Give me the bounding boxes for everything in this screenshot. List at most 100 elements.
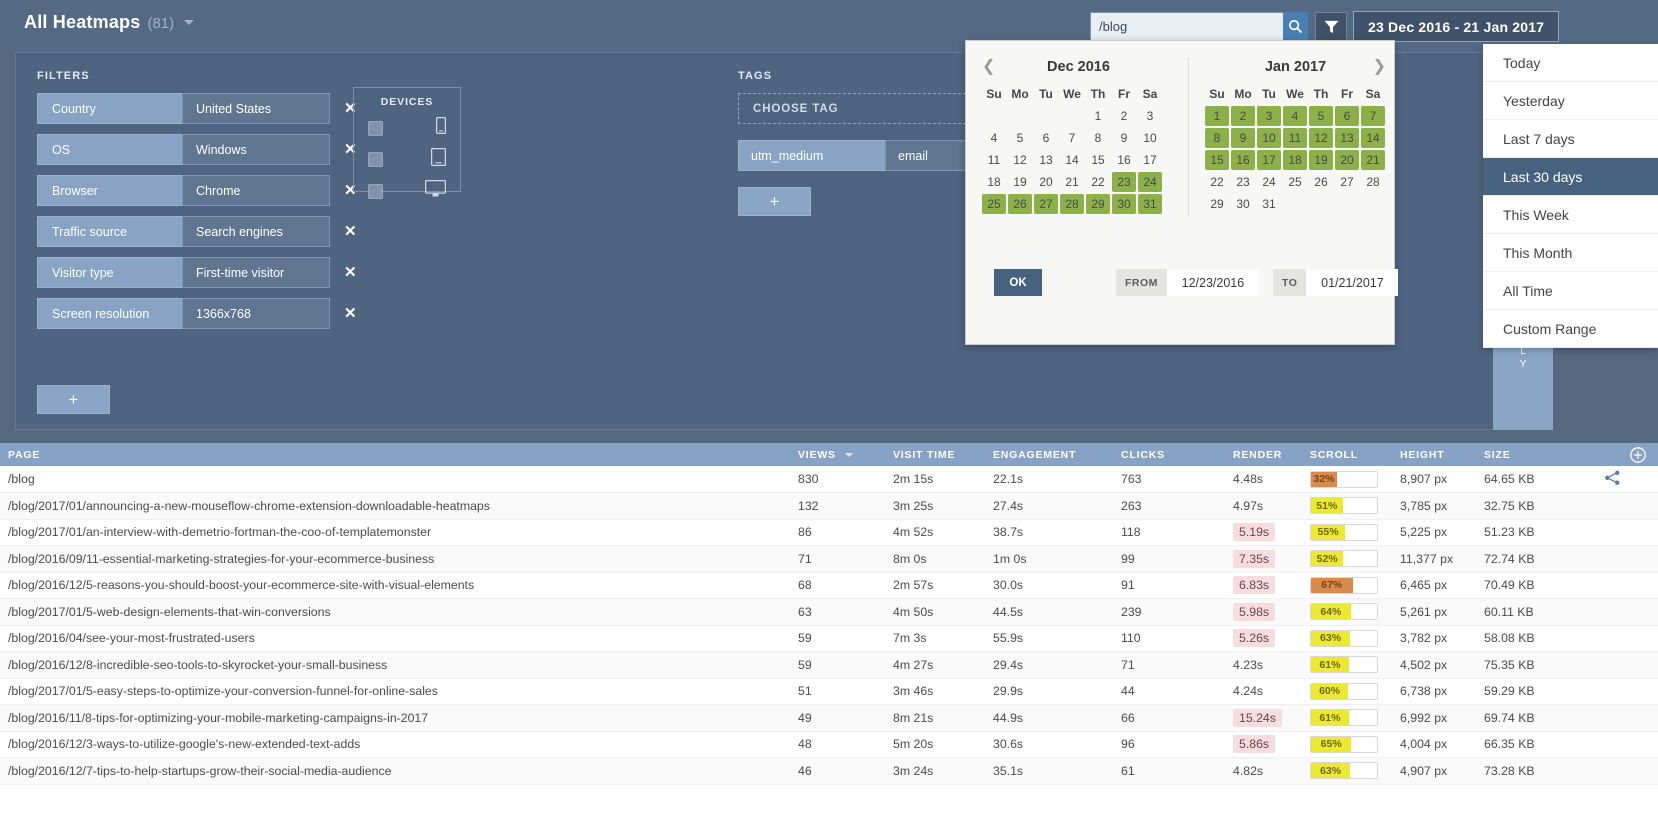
chevron-down-icon[interactable] <box>184 20 195 25</box>
preset-last-30-days[interactable]: Last 30 days <box>1483 158 1658 196</box>
table-row[interactable]: /blog/2016/12/8-incredible-seo-tools-to-… <box>0 651 1658 679</box>
calendar-day[interactable]: 23 <box>1231 172 1255 192</box>
device-row-mobile[interactable] <box>368 116 447 139</box>
calendar-day[interactable]: 9 <box>1112 128 1136 148</box>
filter-key[interactable]: Country <box>37 93 182 124</box>
ok-button[interactable]: OK <box>994 269 1042 296</box>
close-icon[interactable]: ✕ <box>344 306 357 321</box>
calendar-day[interactable]: 30 <box>1231 194 1255 214</box>
calendar-day[interactable]: 10 <box>1257 128 1281 148</box>
calendar-day[interactable]: 9 <box>1231 128 1255 148</box>
calendar-day[interactable]: 29 <box>1086 194 1110 214</box>
calendar-day[interactable]: 28 <box>1361 172 1385 192</box>
calendar-day[interactable]: 12 <box>1309 128 1333 148</box>
col-render[interactable]: RENDER <box>1225 443 1302 466</box>
calendar-day[interactable]: 2 <box>1112 106 1136 126</box>
share-icon[interactable] <box>1604 470 1621 486</box>
calendar-day[interactable]: 8 <box>1205 128 1229 148</box>
table-row[interactable]: /blog/2016/04/see-your-most-frustrated-u… <box>0 625 1658 652</box>
cell-page[interactable]: /blog/2017/01/5-easy-steps-to-optimize-y… <box>0 678 790 705</box>
calendar-day[interactable]: 26 <box>1008 194 1032 214</box>
calendar-day[interactable]: 4 <box>982 128 1006 148</box>
calendar-day[interactable]: 17 <box>1257 150 1281 170</box>
mobile-checkbox[interactable] <box>368 120 383 136</box>
filter-value[interactable]: First-time visitor <box>182 257 330 288</box>
preset-custom-range[interactable]: Custom Range <box>1483 310 1658 348</box>
add-filter-button[interactable]: + <box>37 385 110 414</box>
to-date-input[interactable] <box>1306 269 1399 296</box>
calendar-day[interactable]: 6 <box>1034 128 1058 148</box>
calendar-day[interactable]: 3 <box>1138 106 1162 126</box>
table-row[interactable]: /blog/2016/12/7-tips-to-help-startups-gr… <box>0 757 1658 785</box>
filter-key[interactable]: Traffic source <box>37 216 182 247</box>
calendar-day[interactable]: 16 <box>1112 150 1136 170</box>
filter-key[interactable]: Visitor type <box>37 257 182 288</box>
cell-page[interactable]: /blog/2017/01/5-web-design-elements-that… <box>0 598 790 626</box>
calendar-day[interactable]: 2 <box>1231 106 1255 126</box>
calendar-day[interactable]: 22 <box>1205 172 1229 192</box>
calendar-day[interactable]: 19 <box>1008 172 1032 192</box>
calendar-day[interactable]: 23 <box>1112 172 1136 192</box>
calendar-day[interactable]: 24 <box>1138 172 1162 192</box>
chevron-left-icon[interactable]: ❮ <box>982 58 995 76</box>
device-row-desktop[interactable] <box>368 179 447 202</box>
filter-value[interactable]: Chrome <box>182 175 330 206</box>
calendar-day[interactable]: 10 <box>1138 128 1162 148</box>
date-range-button[interactable]: 23 Dec 2016 - 21 Jan 2017 <box>1353 11 1560 42</box>
tablet-checkbox[interactable] <box>368 152 383 167</box>
cell-page[interactable]: /blog/2016/04/see-your-most-frustrated-u… <box>0 625 790 652</box>
calendar-day[interactable]: 13 <box>1335 128 1359 148</box>
calendar-left-grid[interactable]: Su Mo Tu We Th Fr Sa 1 2 3 4 5 6 7 8 9 10 11 12 13 14 15 16 17 1… <box>980 82 1164 216</box>
preset-last-7-days[interactable]: Last 7 days <box>1483 120 1658 158</box>
calendar-day[interactable]: 21 <box>1060 172 1084 192</box>
table-row[interactable]: /blog 830 2m 15s 22.1s 763 4.48s 32% 8,907 px 64… <box>0 466 1658 493</box>
chevron-right-icon[interactable]: ❯ <box>1373 58 1386 76</box>
cell-page[interactable]: /blog/2016/11/8-tips-for-optimizing-your… <box>0 704 790 732</box>
filter-key[interactable]: Screen resolution <box>37 298 182 329</box>
cell-page[interactable]: /blog/2017/01/announcing-a-new-mouseflow… <box>0 492 790 520</box>
calendar-day[interactable]: 24 <box>1257 172 1281 192</box>
calendar-day[interactable]: 27 <box>1335 172 1359 192</box>
close-icon[interactable]: ✕ <box>344 265 357 280</box>
table-row[interactable]: /blog/2016/11/8-tips-for-optimizing-your… <box>0 704 1658 732</box>
calendar-day[interactable]: 31 <box>1138 194 1162 214</box>
col-views[interactable]: VIEWS <box>790 443 885 466</box>
calendar-day[interactable]: 5 <box>1008 128 1032 148</box>
calendar-day[interactable]: 15 <box>1205 150 1229 170</box>
filter-key[interactable]: Browser <box>37 175 182 206</box>
calendar-day[interactable]: 30 <box>1112 194 1136 214</box>
filter-value[interactable]: Windows <box>182 134 330 165</box>
calendar-day[interactable]: 16 <box>1231 150 1255 170</box>
calendar-day[interactable]: 31 <box>1257 194 1281 214</box>
calendar-day[interactable]: 12 <box>1008 150 1032 170</box>
calendar-day[interactable]: 5 <box>1309 106 1333 126</box>
add-column-button[interactable] <box>1630 447 1646 468</box>
calendar-day[interactable]: 28 <box>1060 194 1084 214</box>
cell-page[interactable]: /blog/2016/12/3-ways-to-utilize-google's… <box>0 731 790 758</box>
table-row[interactable]: /blog/2016/09/11-essential-marketing-str… <box>0 545 1658 573</box>
filter-value[interactable]: United States <box>182 93 330 124</box>
calendar-day[interactable]: 22 <box>1086 172 1110 192</box>
col-size[interactable]: SIZE <box>1476 443 1596 466</box>
calendar-day[interactable]: 6 <box>1335 106 1359 126</box>
preset-this-week[interactable]: This Week <box>1483 196 1658 234</box>
table-row[interactable]: /blog/2017/01/announcing-a-new-mouseflow… <box>0 492 1658 520</box>
preset-this-month[interactable]: This Month <box>1483 234 1658 272</box>
calendar-day[interactable]: 19 <box>1309 150 1333 170</box>
table-row[interactable]: /blog/2017/01/an-interview-with-demetrio… <box>0 519 1658 546</box>
table-row[interactable]: /blog/2017/01/5-web-design-elements-that… <box>0 598 1658 626</box>
cell-page[interactable]: /blog/2016/12/8-incredible-seo-tools-to-… <box>0 651 790 679</box>
preset-today[interactable]: Today <box>1483 44 1658 82</box>
calendar-day[interactable]: 11 <box>982 150 1006 170</box>
from-date-input[interactable] <box>1166 269 1259 296</box>
calendar-day[interactable]: 4 <box>1283 106 1307 126</box>
filter-key[interactable]: OS <box>37 134 182 165</box>
calendar-day[interactable]: 14 <box>1060 150 1084 170</box>
col-clicks[interactable]: CLICKS <box>1113 443 1225 466</box>
preset-yesterday[interactable]: Yesterday <box>1483 82 1658 120</box>
filter-toggle-button[interactable] <box>1315 12 1347 41</box>
cell-page[interactable]: /blog/2017/01/an-interview-with-demetrio… <box>0 519 790 546</box>
filter-value[interactable]: 1366x768 <box>182 298 330 329</box>
cell-page[interactable]: /blog/2016/09/11-essential-marketing-str… <box>0 545 790 573</box>
calendar-day[interactable]: 17 <box>1138 150 1162 170</box>
